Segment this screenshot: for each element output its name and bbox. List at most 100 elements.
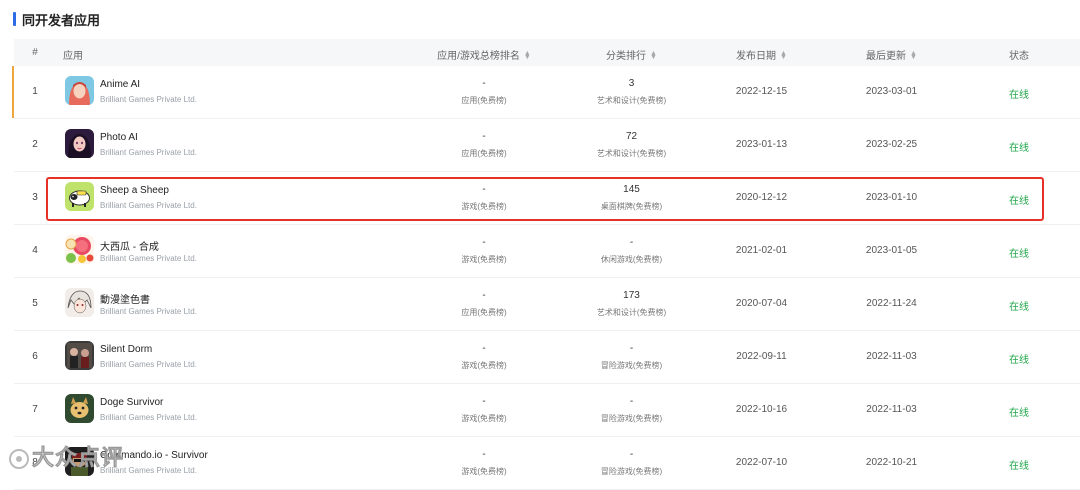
overall-rank: - [482, 343, 486, 354]
overall-rank: - [482, 396, 486, 407]
last-update-date: 2023-01-10 [865, 192, 918, 203]
release-date: 2023-01-13 [735, 139, 788, 150]
category-rank: 72 [625, 131, 638, 142]
header-release-sort[interactable]: 发布日期 ▲ ▼ [704, 47, 819, 62]
portrait-girl-icon[interactable] [65, 129, 94, 158]
sheep-icon[interactable] [65, 182, 94, 211]
watermelon-icon[interactable] [65, 235, 94, 264]
row-index: 6 [32, 351, 38, 362]
last-update-date: 2022-10-21 [865, 457, 918, 468]
header-rank-sort[interactable]: 应用/游戏总榜排名 ▲ ▼ [414, 47, 554, 62]
row-index: 3 [32, 192, 38, 203]
section-accent-bar [13, 12, 16, 26]
category-rank: - [629, 343, 634, 354]
app-developer: Brilliant Games Private Ltd. [100, 360, 197, 369]
table-row[interactable]: 6 Silent Dorm Brilliant Games Private Ltd.… [14, 331, 1080, 384]
status-badge: 在线 [1009, 302, 1029, 313]
status-badge: 在线 [1009, 249, 1029, 260]
category-rank-list: 冒险游戏(免费榜) [600, 467, 663, 476]
table-row[interactable]: 2 Photo AI Brilliant Games Private Ltd. - 应用… [14, 119, 1080, 172]
sort-icon: ▲ ▼ [910, 50, 917, 62]
category-rank: 145 [623, 184, 640, 195]
row-index: 2 [32, 139, 38, 150]
release-date: 2020-12-12 [735, 192, 788, 203]
table-row[interactable]: 1 Anime AI Brilliant Games Private Ltd. - 应用… [12, 66, 1080, 119]
sort-icon: ▲ ▼ [780, 50, 787, 62]
anime-boy-icon[interactable] [65, 288, 94, 317]
row-index: 5 [32, 298, 38, 309]
row-index: 1 [32, 86, 38, 97]
overall-rank-list: 游戏(免费榜) [461, 255, 507, 264]
last-update-date: 2023-03-01 [865, 86, 918, 97]
status-badge: 在线 [1009, 408, 1029, 419]
app-name-link[interactable]: Silent Dorm [100, 344, 152, 355]
app-name-link[interactable]: 動漫塗色書 [100, 291, 150, 306]
release-date: 2022-07-10 [735, 457, 788, 468]
app-name-link[interactable]: 大西瓜 - 合成 [100, 238, 159, 253]
app-developer: Brilliant Games Private Ltd. [100, 148, 197, 157]
overall-rank: - [482, 237, 486, 248]
section-header: 同开发者应用 [13, 11, 100, 28]
dorm-icon[interactable] [65, 341, 94, 370]
overall-rank-list: 游戏(免费榜) [461, 414, 507, 423]
overall-rank: - [482, 78, 486, 89]
app-developer: Brilliant Games Private Ltd. [100, 413, 197, 422]
watermark-logo-icon [9, 449, 29, 470]
overall-rank: - [482, 184, 486, 195]
table-row[interactable]: 3 Sheep a Sheep Brilliant Games Private Lt… [14, 172, 1080, 225]
last-update-date: 2023-01-05 [865, 245, 918, 256]
anime-girl-icon[interactable] [65, 76, 94, 105]
table-row[interactable]: 4 大西瓜 - 合成 Brilliant Games Private Ltd. - 游戏… [14, 225, 1080, 278]
status-badge: 在线 [1009, 143, 1029, 154]
table-row[interactable]: 5 動漫塗色書 Brilliant Games Private Ltd. - 应用(免费… [14, 278, 1080, 331]
app-name-link[interactable]: Anime AI [100, 79, 140, 90]
release-date: 2022-12-15 [735, 86, 788, 97]
header-category-sort[interactable]: 分类排行 ▲ ▼ [569, 47, 694, 62]
category-rank: - [629, 449, 634, 460]
status-badge: 在线 [1009, 355, 1029, 366]
sort-icon: ▲ ▼ [523, 50, 531, 62]
header-index: # [32, 47, 38, 58]
last-update-date: 2022-11-03 [866, 351, 917, 362]
table-row[interactable]: 8 Commando.io - Survivor Brilliant Games P… [14, 437, 1080, 490]
overall-rank-list: 游戏(免费榜) [461, 467, 507, 476]
category-rank-list: 冒险游戏(免费榜) [600, 414, 663, 423]
overall-rank-list: 游戏(免费榜) [461, 361, 507, 370]
watermark: 大众点评 [8, 440, 124, 472]
header-update-sort[interactable]: 最后更新 ▲ ▼ [834, 47, 949, 62]
header-release-label: 发布日期 [736, 51, 777, 62]
last-update-date: 2022-11-24 [866, 298, 917, 309]
app-name-link[interactable]: Photo AI [100, 132, 138, 143]
app-developer: Brilliant Games Private Ltd. [100, 201, 197, 210]
app-developer: Brilliant Games Private Ltd. [100, 254, 197, 263]
app-developer: Brilliant Games Private Ltd. [100, 95, 197, 104]
doge-icon[interactable] [65, 394, 94, 423]
release-date: 2022-10-16 [735, 404, 788, 415]
app-name-link[interactable]: Sheep a Sheep [100, 185, 169, 196]
category-rank-list: 冒险游戏(免费榜) [600, 361, 663, 370]
overall-rank: - [482, 449, 486, 460]
category-rank: 3 [628, 78, 635, 89]
header-status: 状态 [1009, 51, 1029, 62]
header-app: 应用 [63, 51, 83, 62]
watermark-text: 大众点评 [32, 445, 125, 471]
category-rank-list: 艺术和设计(免费榜) [596, 308, 667, 317]
overall-rank: - [482, 290, 486, 301]
category-rank: - [629, 237, 634, 248]
overall-rank-list: 应用(免费榜) [461, 308, 507, 317]
header-update-label: 最后更新 [866, 51, 907, 62]
table-row[interactable]: 7 Doge Survivor Brilliant Games Private Lt… [14, 384, 1080, 437]
app-developer: Brilliant Games Private Ltd. [100, 307, 197, 316]
category-rank: 173 [623, 290, 640, 301]
app-name-link[interactable]: Doge Survivor [100, 397, 163, 408]
release-date: 2022-09-11 [736, 351, 787, 362]
table-header: # 应用 应用/游戏总榜排名 ▲ ▼ 分类排行 ▲ ▼ 发布日期 ▲ ▼ 最后更新 ▲ ▼ 状态 [14, 39, 1080, 66]
overall-rank-list: 游戏(免费榜) [461, 202, 507, 211]
row-index: 7 [32, 404, 38, 415]
category-rank-list: 艺术和设计(免费榜) [596, 149, 667, 158]
release-date: 2020-07-04 [735, 298, 788, 309]
release-date: 2021-02-01 [735, 245, 788, 256]
table-body: 1 Anime AI Brilliant Games Private Ltd. - 应用… [12, 66, 1080, 490]
last-update-date: 2022-11-03 [866, 404, 917, 415]
last-update-date: 2023-02-25 [865, 139, 918, 150]
